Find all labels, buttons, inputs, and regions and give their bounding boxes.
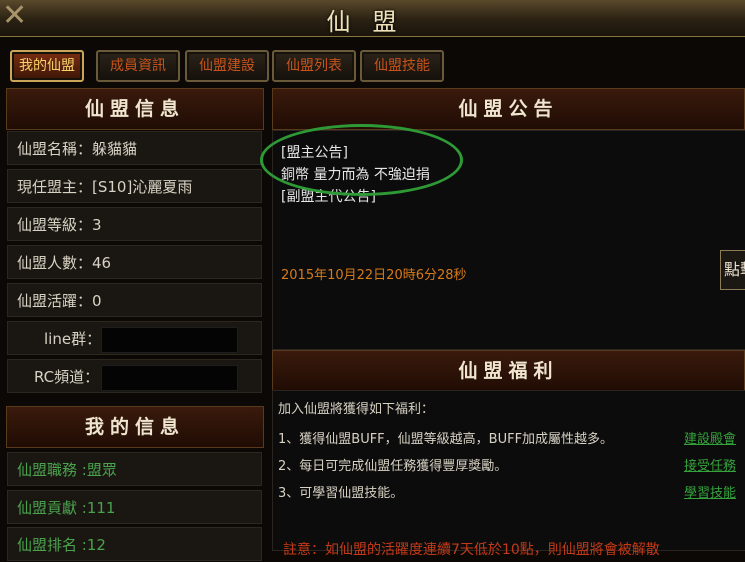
window-titlebar: ✕ 仙盟 bbox=[0, 0, 745, 37]
annotation-circle bbox=[260, 124, 463, 196]
welfare-item: 3、可學習仙盟技能。 bbox=[278, 486, 404, 501]
welfare-warning: 註意：如仙盟的活躍度連續7天低於10點，則仙盟將會被解散 bbox=[283, 542, 660, 558]
line-group-field[interactable] bbox=[101, 327, 238, 353]
learn-skill-link[interactable]: 學習技能 bbox=[684, 482, 736, 501]
rc-channel-field[interactable] bbox=[101, 365, 238, 391]
welfare-item: 1、獲得仙盟BUFF，仙盟等級越高，BUFF加成屬性越多。 bbox=[278, 432, 614, 447]
guild-name-row: 仙盟名稱：躲貓貓 bbox=[7, 131, 262, 165]
welfare-intro: 加入仙盟將獲得如下福利： bbox=[278, 402, 435, 417]
accept-quest-link[interactable]: 接受任務 bbox=[684, 455, 736, 474]
window-title: 仙盟 bbox=[326, 8, 419, 36]
my-rank-row: 仙盟排名 :12 bbox=[7, 527, 262, 561]
welfare-item: 2、每日可完成仙盟任務獲得豐厚獎勵。 bbox=[278, 459, 508, 474]
my-info-header: 我的信息 bbox=[6, 406, 264, 448]
build-hall-link[interactable]: 建設殿會 bbox=[684, 428, 736, 447]
notice-date: 2015年10月22日20時6分28秒 bbox=[281, 268, 467, 283]
my-position-row: 仙盟職務 :盟眾 bbox=[7, 452, 262, 486]
guild-level-row: 仙盟等級：3 bbox=[7, 207, 262, 241]
tab-guild-list[interactable]: 仙盟列表 bbox=[272, 50, 356, 82]
tab-guild-skills[interactable]: 仙盟技能 bbox=[360, 50, 444, 82]
tab-members[interactable]: 成員資訊 bbox=[96, 50, 180, 82]
tab-bar: 我的仙盟 成員資訊 仙盟建設 仙盟列表 仙盟技能 bbox=[10, 50, 745, 84]
guild-leader-row: 現任盟主：[S10]沁麗夏雨 bbox=[7, 169, 262, 203]
tab-construction[interactable]: 仙盟建設 bbox=[185, 50, 269, 82]
line-group-row: line群： bbox=[7, 321, 262, 355]
rc-channel-row: RC頻道： bbox=[7, 359, 262, 393]
welfare-body: 加入仙盟將獲得如下福利： 1、獲得仙盟BUFF，仙盟等級越高，BUFF加成屬性越… bbox=[272, 390, 745, 558]
guild-activity-row: 仙盟活躍：0 bbox=[7, 283, 262, 317]
welfare-header: 仙盟福利 bbox=[272, 350, 745, 392]
rc-channel-label: RC頻道： bbox=[34, 368, 100, 386]
notice-click-button[interactable]: 點擊 bbox=[720, 250, 745, 290]
guild-members-row: 仙盟人數：46 bbox=[7, 245, 262, 279]
line-group-label: line群： bbox=[44, 330, 102, 348]
my-contribution-row: 仙盟貢獻 :111 bbox=[7, 490, 262, 524]
guild-info-header: 仙盟信息 bbox=[6, 88, 264, 130]
tab-my-guild[interactable]: 我的仙盟 bbox=[10, 50, 84, 82]
